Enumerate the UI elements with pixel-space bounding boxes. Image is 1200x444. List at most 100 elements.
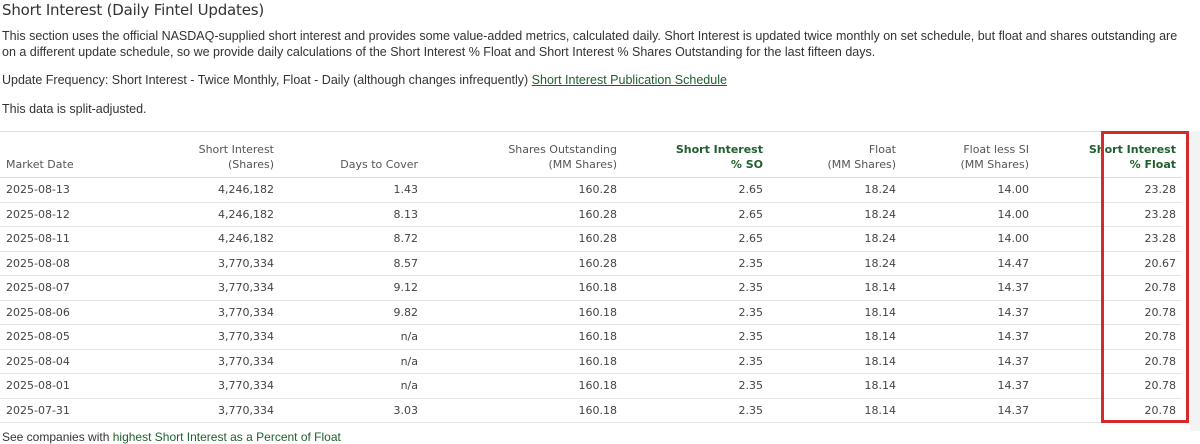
cell-pct-float: 23.28 xyxy=(1035,226,1182,252)
cell-pct-so: 2.65 xyxy=(623,177,769,203)
header-float-less-si: Float less SI (MM Shares) xyxy=(902,131,1035,178)
cell-market-date: 2025-08-04 xyxy=(0,349,80,374)
header-float: Float (MM Shares) xyxy=(769,131,902,178)
cell-float: 18.24 xyxy=(769,251,902,276)
cell-float: 18.14 xyxy=(769,373,902,399)
table-row: 2025-08-12 4,246,182 8.13 160.28 2.65 18… xyxy=(0,202,1182,227)
cell-short-interest: 3,770,334 xyxy=(80,300,280,325)
cell-market-date: 2025-07-31 xyxy=(0,398,80,423)
table-row: 2025-08-06 3,770,334 9.82 160.18 2.35 18… xyxy=(0,300,1182,325)
update-frequency-text: Update Frequency: Short Interest - Twice… xyxy=(2,73,529,87)
cell-pct-float: 20.78 xyxy=(1035,373,1182,399)
cell-days-to-cover: 8.57 xyxy=(280,251,424,276)
cell-short-interest: 3,770,334 xyxy=(80,349,280,374)
cell-float: 18.24 xyxy=(769,177,902,203)
cell-shares-outstanding: 160.18 xyxy=(424,275,623,301)
cell-short-interest: 4,246,182 xyxy=(80,177,280,203)
cell-days-to-cover: 8.13 xyxy=(280,202,424,227)
cell-float: 18.24 xyxy=(769,202,902,227)
cell-pct-float: 20.78 xyxy=(1035,349,1182,374)
cell-pct-float: 23.28 xyxy=(1035,202,1182,227)
section-description: This section uses the official NASDAQ-su… xyxy=(2,29,1178,59)
cell-short-interest: 3,770,334 xyxy=(80,373,280,399)
cell-shares-outstanding: 160.28 xyxy=(424,251,623,276)
cell-days-to-cover: n/a xyxy=(280,324,424,350)
update-frequency: Update Frequency: Short Interest - Twice… xyxy=(2,73,727,87)
cell-short-interest: 3,770,334 xyxy=(80,275,280,301)
cell-shares-outstanding: 160.18 xyxy=(424,373,623,399)
cell-pct-so: 2.65 xyxy=(623,226,769,252)
cell-market-date: 2025-08-01 xyxy=(0,373,80,399)
schedule-link[interactable]: Short Interest Publication Schedule xyxy=(532,73,727,87)
cell-market-date: 2025-08-05 xyxy=(0,324,80,350)
cell-float: 18.14 xyxy=(769,398,902,423)
table-row: 2025-08-01 3,770,334 n/a 160.18 2.35 18.… xyxy=(0,373,1182,399)
cell-pct-so: 2.35 xyxy=(623,251,769,276)
cell-days-to-cover: 1.43 xyxy=(280,177,424,203)
cell-float-less-si: 14.37 xyxy=(902,275,1035,301)
header-shares-outstanding: Shares Outstanding (MM Shares) xyxy=(424,131,623,178)
cell-pct-float: 23.28 xyxy=(1035,177,1182,203)
cell-short-interest: 3,770,334 xyxy=(80,251,280,276)
cell-float-less-si: 14.00 xyxy=(902,177,1035,203)
cell-days-to-cover: 3.03 xyxy=(280,398,424,423)
cell-market-date: 2025-08-07 xyxy=(0,275,80,301)
table-header-row: Market Date Short Interest (Shares) Days … xyxy=(0,131,1182,178)
cell-float-less-si: 14.37 xyxy=(902,398,1035,423)
cell-pct-so: 2.35 xyxy=(623,275,769,301)
cell-pct-so: 2.65 xyxy=(623,202,769,227)
cell-market-date: 2025-08-08 xyxy=(0,251,80,276)
cell-float-less-si: 14.00 xyxy=(902,202,1035,227)
cell-shares-outstanding: 160.18 xyxy=(424,398,623,423)
cell-short-interest: 3,770,334 xyxy=(80,398,280,423)
cell-shares-outstanding: 160.28 xyxy=(424,202,623,227)
cell-shares-outstanding: 160.28 xyxy=(424,177,623,203)
cell-days-to-cover: 8.72 xyxy=(280,226,424,252)
cell-shares-outstanding: 160.18 xyxy=(424,349,623,374)
header-short-interest-shares: Short Interest (Shares) xyxy=(80,131,280,178)
cell-pct-float: 20.78 xyxy=(1035,324,1182,350)
cell-float: 18.14 xyxy=(769,324,902,350)
cell-float-less-si: 14.00 xyxy=(902,226,1035,252)
cell-pct-float: 20.78 xyxy=(1035,398,1182,423)
cell-shares-outstanding: 160.18 xyxy=(424,300,623,325)
cell-short-interest: 4,246,182 xyxy=(80,202,280,227)
cell-pct-so: 2.35 xyxy=(623,324,769,350)
cell-shares-outstanding: 160.28 xyxy=(424,226,623,252)
cell-float-less-si: 14.47 xyxy=(902,251,1035,276)
table-row: 2025-08-08 3,770,334 8.57 160.28 2.35 18… xyxy=(0,251,1182,276)
table-row: 2025-08-13 4,246,182 1.43 160.28 2.65 18… xyxy=(0,177,1182,203)
cell-pct-so: 2.35 xyxy=(623,373,769,399)
cell-float: 18.14 xyxy=(769,275,902,301)
cell-float: 18.14 xyxy=(769,300,902,325)
split-adjusted-note: This data is split-adjusted. xyxy=(2,102,147,116)
cell-float-less-si: 14.37 xyxy=(902,300,1035,325)
highest-short-interest-link[interactable]: highest Short Interest as a Percent of F… xyxy=(113,430,341,444)
table-row: 2025-08-04 3,770,334 n/a 160.18 2.35 18.… xyxy=(0,349,1182,374)
footer-prefix: See companies with xyxy=(2,430,110,444)
cell-float-less-si: 14.37 xyxy=(902,373,1035,399)
cell-pct-so: 2.35 xyxy=(623,300,769,325)
cell-shares-outstanding: 160.18 xyxy=(424,324,623,350)
cell-days-to-cover: n/a xyxy=(280,349,424,374)
cell-days-to-cover: 9.82 xyxy=(280,300,424,325)
scrollbar-track[interactable] xyxy=(1190,131,1200,431)
header-market-date: Market Date xyxy=(0,131,80,178)
section-title: Short Interest (Daily Fintel Updates) xyxy=(2,1,265,19)
cell-float-less-si: 14.37 xyxy=(902,349,1035,374)
footer-note: See companies with highest Short Interes… xyxy=(2,430,341,444)
cell-market-date: 2025-08-13 xyxy=(0,177,80,203)
cell-short-interest: 3,770,334 xyxy=(80,324,280,350)
table-row: 2025-08-07 3,770,334 9.12 160.18 2.35 18… xyxy=(0,275,1182,301)
cell-days-to-cover: 9.12 xyxy=(280,275,424,301)
table-row: 2025-07-31 3,770,334 3.03 160.18 2.35 18… xyxy=(0,398,1182,423)
cell-pct-float: 20.78 xyxy=(1035,275,1182,301)
table-row: 2025-08-05 3,770,334 n/a 160.18 2.35 18.… xyxy=(0,324,1182,350)
cell-market-date: 2025-08-12 xyxy=(0,202,80,227)
cell-float: 18.14 xyxy=(769,349,902,374)
short-interest-page: Short Interest (Daily Fintel Updates) Th… xyxy=(0,0,1200,444)
cell-market-date: 2025-08-06 xyxy=(0,300,80,325)
table-row: 2025-08-11 4,246,182 8.72 160.28 2.65 18… xyxy=(0,226,1182,252)
cell-days-to-cover: n/a xyxy=(280,373,424,399)
cell-pct-so: 2.35 xyxy=(623,349,769,374)
